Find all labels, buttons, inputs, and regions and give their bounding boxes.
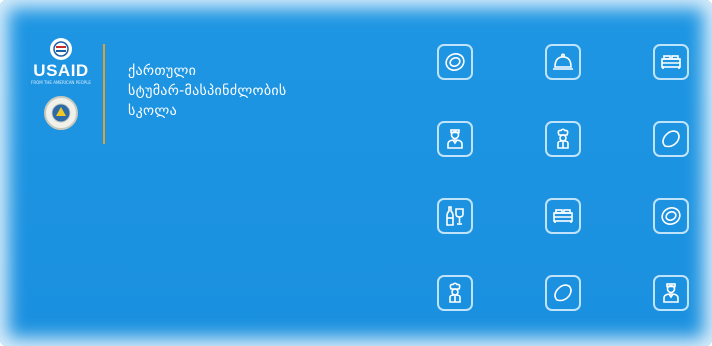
logo-group: USAID FROM THE AMERICAN PEOPLE [30, 38, 92, 130]
tile-chef-icon-2 [437, 275, 473, 311]
chef-icon [557, 128, 569, 149]
tile-bed-icon [653, 44, 689, 80]
school-name: ქართული სტუმარ-მასპინძლობის სკოლა [128, 61, 287, 121]
bread-icon [554, 284, 572, 302]
tile-bread-icon [653, 121, 689, 157]
school-name-line-1: ქართული [128, 63, 197, 79]
plate-icon [445, 53, 465, 71]
school-name-line-3: სკოლა [128, 103, 177, 119]
tile-cloche-icon [545, 44, 581, 80]
school-name-line-2: სტუმარ-მასპინძლობის [128, 83, 287, 99]
wine-icon [446, 206, 464, 226]
plate-icon [661, 207, 681, 225]
usaid-logo-text: USAID [33, 61, 89, 80]
waiter-icon [663, 283, 679, 303]
tile-chef-icon [545, 121, 581, 157]
tile-waiter-icon [437, 121, 473, 157]
tile-bed-icon-2 [545, 198, 581, 234]
usaid-emblem-icon [50, 38, 72, 60]
tile-bread-icon-2 [545, 275, 581, 311]
bed-icon [661, 55, 681, 69]
bread-icon [662, 130, 680, 148]
cloche-icon [553, 53, 573, 70]
school-seal-icon [44, 96, 78, 130]
tile-plate-icon [437, 44, 473, 80]
waiter-icon [447, 129, 463, 149]
usaid-tagline: FROM THE AMERICAN PEOPLE [31, 80, 91, 85]
hero-banner: USAID FROM THE AMERICAN PEOPLE ქართული ს… [0, 0, 712, 346]
tile-waiter-icon-2 [653, 275, 689, 311]
bed-icon [553, 209, 573, 223]
tile-plate-icon-2 [653, 198, 689, 234]
tile-wine-icon [437, 198, 473, 234]
logo-divider [103, 44, 105, 144]
chef-icon [449, 282, 461, 303]
